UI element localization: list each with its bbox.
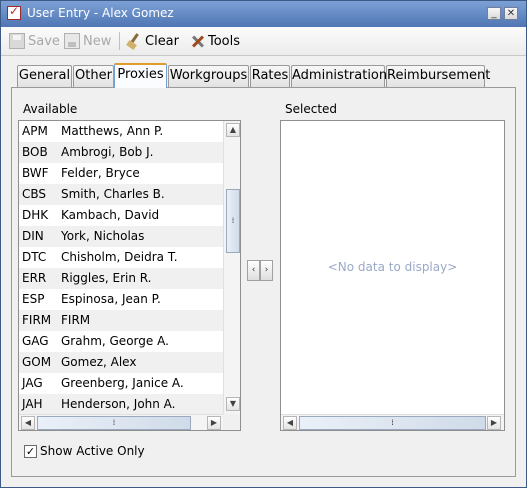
proxy-code: ESP xyxy=(22,292,45,306)
available-label: Available xyxy=(23,102,78,116)
clear-button[interactable]: Clear xyxy=(126,31,179,51)
new-icon xyxy=(64,33,80,49)
new-button[interactable]: New xyxy=(64,31,111,51)
selected-list[interactable]: <No data to display> ◀ ⁞ ▶ xyxy=(280,120,505,431)
proxy-name: Kambach, David xyxy=(61,208,160,222)
proxy-name: FIRM xyxy=(61,313,91,327)
user-entry-window: User Entry - Alex Gomez _ ✕ Save New Cle… xyxy=(0,0,527,488)
proxy-code: FIRM xyxy=(22,313,52,327)
new-label: New xyxy=(83,33,112,49)
list-item[interactable]: GAG Grahm, George A. xyxy=(19,331,223,352)
proxy-name: Ambrogi, Bob J. xyxy=(61,145,154,159)
tab-administration[interactable]: Administration xyxy=(291,65,387,87)
list-item[interactable]: DIN York, Nicholas xyxy=(19,226,223,247)
scroll-down-arrow-icon[interactable]: ▼ xyxy=(226,397,240,411)
list-item[interactable]: ESP Espinosa, Jean P. xyxy=(19,289,223,310)
proxy-name: Greenberg, Janice A. xyxy=(61,376,184,390)
close-button[interactable]: ✕ xyxy=(504,7,518,20)
tools-icon xyxy=(189,33,205,49)
list-item[interactable]: FIRM FIRM xyxy=(19,310,223,331)
tab-rates[interactable]: Rates xyxy=(250,65,290,87)
proxy-code: CBS xyxy=(22,187,47,201)
proxy-name: Grahm, George A. xyxy=(61,334,169,348)
list-item[interactable]: APM Matthews, Ann P. xyxy=(19,121,223,142)
horizontal-scroll-thumb[interactable]: ⁞ xyxy=(299,416,486,430)
proxy-code: GAG xyxy=(22,334,49,348)
selected-horizontal-scrollbar[interactable]: ◀ ⁞ ▶ xyxy=(281,414,504,430)
proxy-code: ERR xyxy=(22,271,47,285)
proxy-code: GOM xyxy=(22,355,52,369)
scroll-left-arrow-icon[interactable]: ◀ xyxy=(283,416,297,430)
list-item[interactable]: ERR Riggles, Erin R. xyxy=(19,268,223,289)
proxy-code: BOB xyxy=(22,145,48,159)
scroll-left-arrow-icon[interactable]: ◀ xyxy=(21,416,35,430)
proxy-name: Matthews, Ann P. xyxy=(61,124,164,138)
proxy-name: Smith, Charles B. xyxy=(61,187,165,201)
save-label: Save xyxy=(28,33,60,49)
show-active-only-label: Show Active Only xyxy=(40,444,145,458)
proxy-code: BWF xyxy=(22,166,49,180)
proxy-name: Chisholm, Deidra T. xyxy=(61,250,178,264)
app-icon xyxy=(7,4,21,20)
proxy-code: DTC xyxy=(22,250,47,264)
tab-workgroups[interactable]: Workgroups xyxy=(168,65,249,87)
scroll-right-arrow-icon[interactable]: ▶ xyxy=(207,416,221,430)
tools-label: Tools xyxy=(208,33,241,49)
proxy-name: York, Nicholas xyxy=(61,229,145,243)
proxy-code: DHK xyxy=(22,208,49,222)
list-item[interactable]: DHK Kambach, David xyxy=(19,205,223,226)
tab-reimbursement[interactable]: Reimbursement xyxy=(386,65,490,87)
show-active-only-checkbox[interactable]: ✓ xyxy=(24,445,37,458)
list-item[interactable]: DTC Chisholm, Deidra T. xyxy=(19,247,223,268)
move-right-button[interactable]: › xyxy=(260,260,273,281)
proxies-panel: Available Selected APM Matthews, Ann P. BO… xyxy=(11,87,516,477)
list-item[interactable]: BWF Felder, Bryce xyxy=(19,163,223,184)
tools-button[interactable]: Tools xyxy=(189,31,240,51)
toolbar: Save New Clear Tools xyxy=(1,27,526,56)
horizontal-scroll-thumb[interactable]: ⁞ xyxy=(37,416,191,430)
window-title: User Entry - Alex Gomez xyxy=(27,6,174,20)
proxy-code: DIN xyxy=(22,229,44,243)
proxy-code: JAG xyxy=(22,376,43,390)
proxy-name: Felder, Bryce xyxy=(61,166,140,180)
scroll-corner xyxy=(223,414,240,430)
list-item[interactable]: JAH Henderson, John A. xyxy=(19,394,223,415)
minimize-button[interactable]: _ xyxy=(487,7,501,20)
selected-label: Selected xyxy=(285,102,338,116)
list-item[interactable]: BOB Ambrogi, Bob J. xyxy=(19,142,223,163)
broom-icon xyxy=(126,33,142,49)
scroll-up-arrow-icon[interactable]: ▲ xyxy=(226,123,240,137)
proxy-name: Henderson, John A. xyxy=(61,397,176,411)
tab-other[interactable]: Other xyxy=(73,65,114,87)
proxy-code: JAH xyxy=(22,397,43,411)
list-item[interactable]: GOM Gomez, Alex xyxy=(19,352,223,373)
proxy-code: APM xyxy=(22,124,48,138)
proxy-name: Gomez, Alex xyxy=(61,355,137,369)
title-bar: User Entry - Alex Gomez _ ✕ xyxy=(1,1,526,27)
move-left-button[interactable]: ‹ xyxy=(247,260,260,281)
proxy-name: Riggles, Erin R. xyxy=(61,271,152,285)
scroll-right-arrow-icon[interactable]: ▶ xyxy=(487,416,501,430)
save-icon xyxy=(9,33,25,49)
tab-general[interactable]: General xyxy=(17,65,72,87)
available-horizontal-scrollbar[interactable]: ◀ ⁞ ▶ xyxy=(19,414,223,430)
proxy-name: Espinosa, Jean P. xyxy=(61,292,161,306)
list-item[interactable]: JAG Greenberg, Janice A. xyxy=(19,373,223,394)
save-button[interactable]: Save xyxy=(9,31,60,51)
clear-label: Clear xyxy=(145,33,179,49)
available-vertical-scrollbar[interactable]: ▲ ⁞ ▼ xyxy=(223,121,240,414)
tab-proxies[interactable]: Proxies xyxy=(114,63,167,88)
available-list[interactable]: APM Matthews, Ann P. BOB Ambrogi, Bob J. BWF… xyxy=(18,120,241,431)
empty-list-message: <No data to display> xyxy=(327,260,458,274)
toolbar-separator xyxy=(119,32,120,50)
list-item[interactable]: CBS Smith, Charles B. xyxy=(19,184,223,205)
vertical-scroll-thumb[interactable]: ⁞ xyxy=(226,189,240,253)
